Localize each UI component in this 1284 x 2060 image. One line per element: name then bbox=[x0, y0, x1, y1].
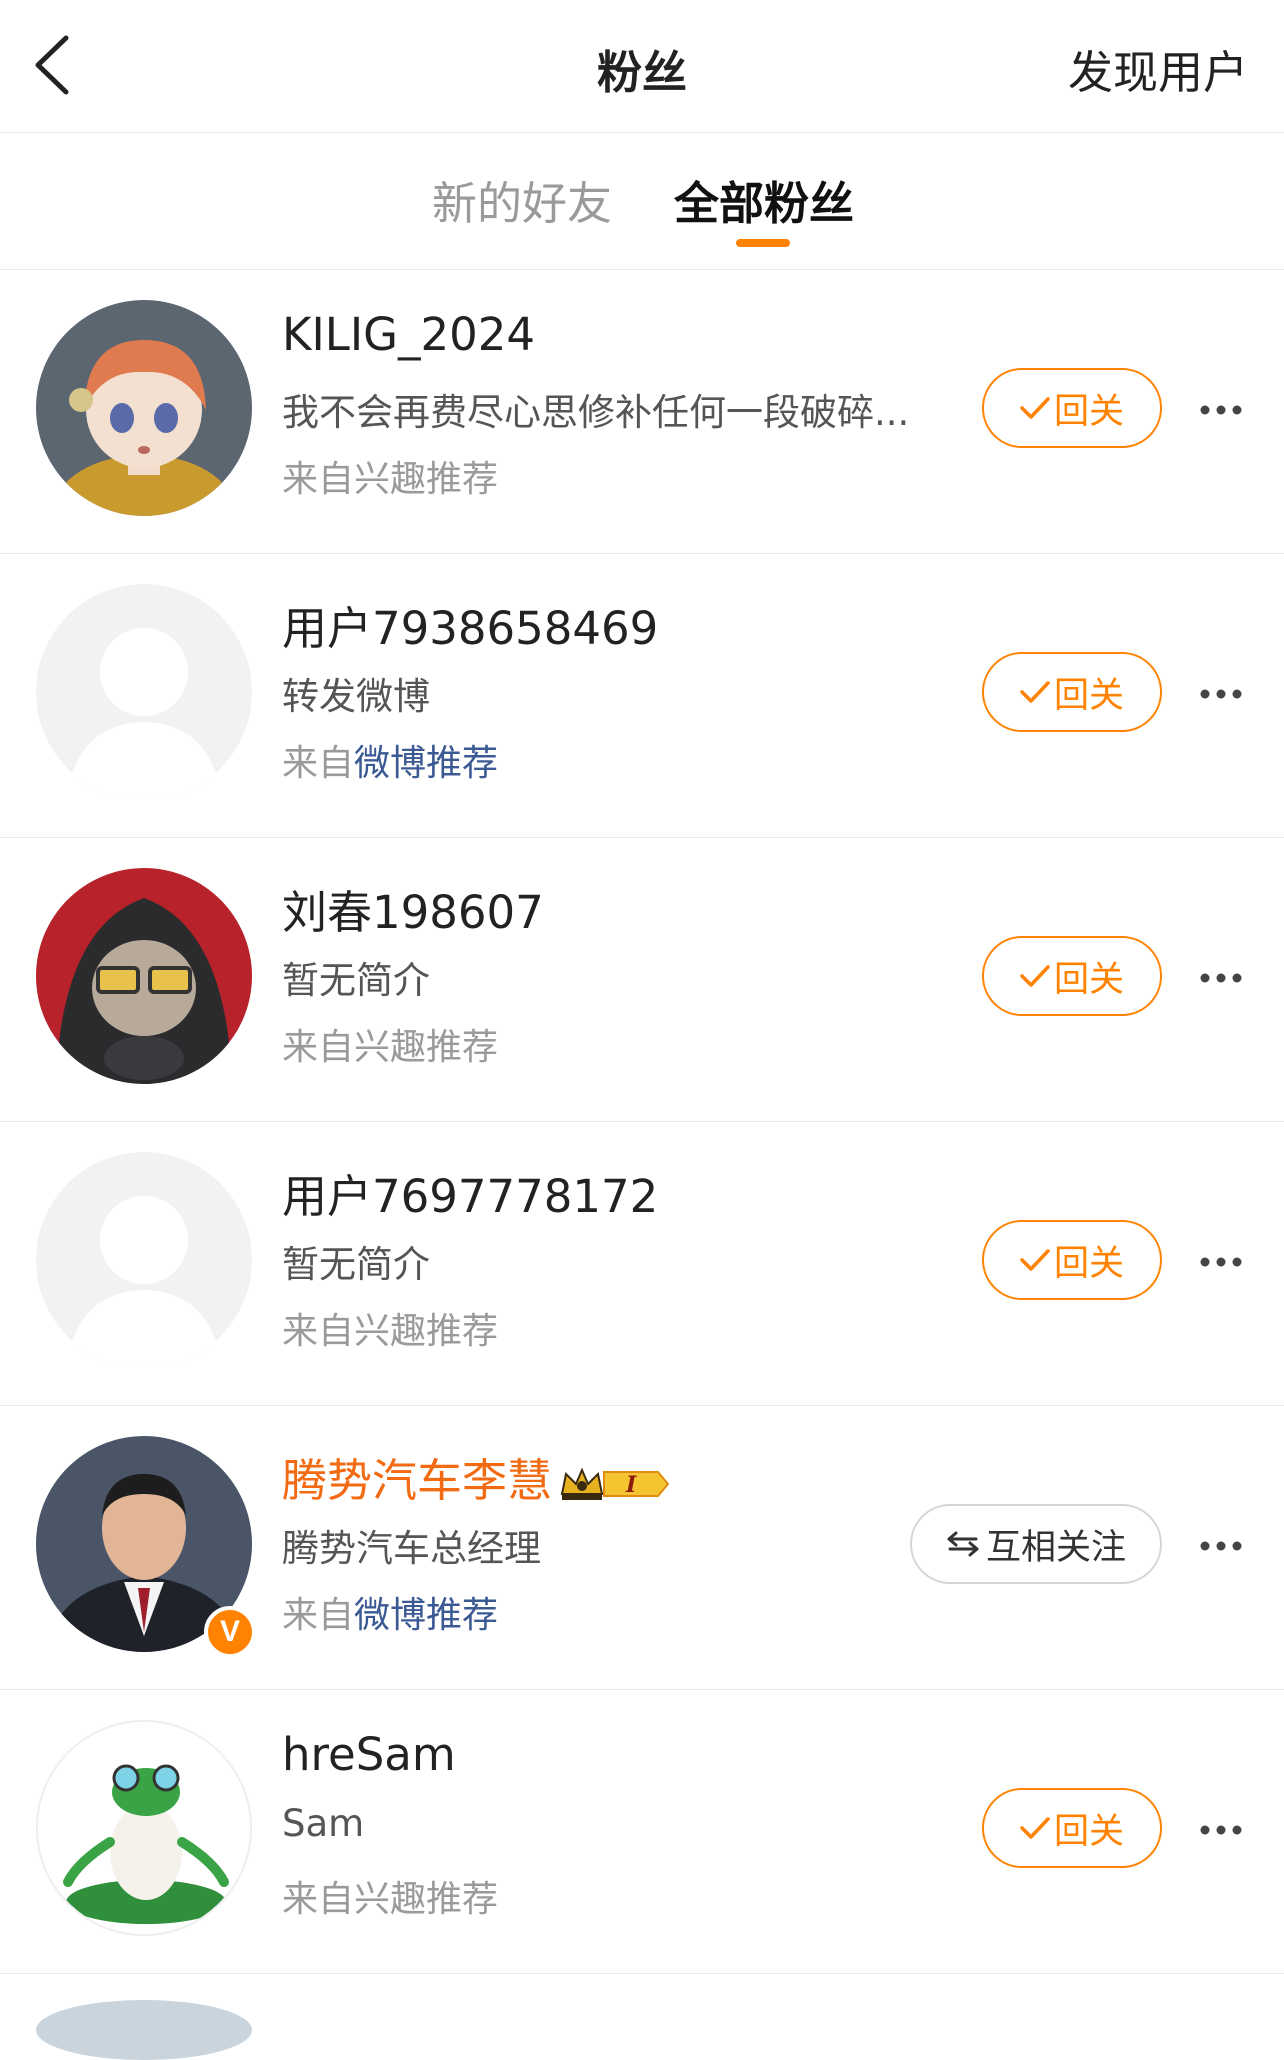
follow-back-button[interactable]: 回关 bbox=[982, 1220, 1162, 1300]
avatar[interactable] bbox=[36, 584, 252, 800]
avatar[interactable] bbox=[36, 868, 252, 1084]
check-icon bbox=[1020, 1817, 1050, 1839]
default-avatar-icon bbox=[36, 584, 252, 800]
tab-new-friends[interactable]: 新的好友 bbox=[432, 167, 612, 232]
fan-row[interactable]: 用户7938658469 转发微博 来自微博推荐 回关 bbox=[0, 554, 1284, 838]
source-link[interactable]: 微博推荐 bbox=[354, 1595, 498, 1636]
meditating-frog-avatar-icon bbox=[38, 1722, 250, 1934]
tab-bar: 新的好友 全部粉丝 bbox=[0, 133, 1284, 270]
fan-row[interactable]: 刘春198607 暂无简介 来自兴趣推荐 回关 bbox=[0, 838, 1284, 1122]
check-icon bbox=[1020, 1249, 1050, 1271]
fan-row[interactable]: 用户7697778172 暂无简介 来自兴趣推荐 回关 bbox=[0, 1122, 1284, 1406]
svg-text:I: I bbox=[625, 1472, 637, 1498]
fan-source: 来自微博推荐 bbox=[282, 1595, 499, 1636]
more-options-button[interactable] bbox=[1198, 1242, 1244, 1282]
fan-name[interactable]: hreSam bbox=[282, 1728, 456, 1781]
fan-row[interactable]: KILIG_2024 我不会再费尽心思修补任何一段破碎... 来自兴趣推荐 回关 bbox=[0, 270, 1284, 554]
avatar[interactable] bbox=[36, 300, 252, 516]
fan-source: 来自微博推荐 bbox=[282, 743, 499, 784]
follow-back-button[interactable]: 回关 bbox=[982, 368, 1162, 448]
avatar[interactable] bbox=[36, 1152, 252, 1368]
fan-name[interactable]: KILIG_2024 bbox=[282, 308, 535, 361]
fan-name[interactable]: 用户7697778172 bbox=[282, 1160, 658, 1225]
fan-bio: 我不会再费尽心思修补任何一段破碎... bbox=[282, 391, 910, 434]
verified-badge-icon: V bbox=[204, 1606, 256, 1658]
more-dots-icon bbox=[1200, 1257, 1242, 1267]
next-avatar-partial bbox=[36, 2000, 252, 2060]
fan-source: 来自兴趣推荐 bbox=[282, 1027, 499, 1068]
more-dots-icon bbox=[1200, 1541, 1242, 1551]
discover-users-button[interactable]: 发现用户 bbox=[1068, 36, 1248, 101]
more-options-button[interactable] bbox=[1198, 1810, 1244, 1850]
fan-row[interactable]: V 腾势汽车李慧 I 腾势汽车总经理 来自微博推荐 互相关注 bbox=[0, 1406, 1284, 1690]
fan-bio: 腾势汽车总经理 bbox=[282, 1527, 541, 1570]
top-navigation-bar: 粉丝 发现用户 bbox=[0, 0, 1284, 133]
more-options-button[interactable] bbox=[1198, 674, 1244, 714]
fan-bio: 暂无简介 bbox=[282, 959, 430, 1002]
active-tab-indicator bbox=[736, 239, 790, 247]
fan-row[interactable]: hreSam Sam 来自兴趣推荐 回关 bbox=[0, 1690, 1284, 1974]
check-icon bbox=[1020, 965, 1050, 987]
fan-source: 来自兴趣推荐 bbox=[282, 1311, 499, 1352]
follow-back-button[interactable]: 回关 bbox=[982, 936, 1162, 1016]
follow-back-button[interactable]: 回关 bbox=[982, 652, 1162, 732]
anime-girl-avatar-icon bbox=[36, 300, 252, 516]
tab-all-fans[interactable]: 全部粉丝 bbox=[674, 167, 854, 232]
source-link[interactable]: 微博推荐 bbox=[354, 743, 498, 784]
fan-name[interactable]: 用户7938658469 bbox=[282, 592, 658, 657]
default-avatar-icon bbox=[36, 1152, 252, 1368]
fan-name[interactable]: 刘春198607 bbox=[282, 876, 544, 941]
fan-bio: Sam bbox=[282, 1802, 365, 1845]
more-dots-icon bbox=[1200, 1825, 1242, 1835]
more-dots-icon bbox=[1200, 689, 1242, 699]
fan-source: 来自兴趣推荐 bbox=[282, 459, 499, 500]
more-options-button[interactable] bbox=[1198, 958, 1244, 998]
more-options-button[interactable] bbox=[1198, 1526, 1244, 1566]
more-dots-icon bbox=[1200, 405, 1242, 415]
crown-level-badge-icon: I bbox=[560, 1467, 670, 1500]
fan-list: KILIG_2024 我不会再费尽心思修补任何一段破碎... 来自兴趣推荐 回关… bbox=[0, 270, 1284, 1974]
mutual-arrows-icon bbox=[947, 1531, 979, 1557]
hooded-cat-avatar-icon bbox=[36, 868, 252, 1084]
follow-back-button[interactable]: 回关 bbox=[982, 1788, 1162, 1868]
check-icon bbox=[1020, 681, 1050, 703]
fan-bio: 暂无简介 bbox=[282, 1243, 430, 1286]
check-icon bbox=[1020, 397, 1050, 419]
fan-source: 来自兴趣推荐 bbox=[282, 1879, 499, 1920]
avatar[interactable] bbox=[36, 1720, 252, 1936]
more-options-button[interactable] bbox=[1198, 390, 1244, 430]
mutual-follow-button[interactable]: 互相关注 bbox=[910, 1504, 1162, 1584]
more-dots-icon bbox=[1200, 973, 1242, 983]
fan-name[interactable]: 腾势汽车李慧 I bbox=[282, 1444, 670, 1509]
fan-bio: 转发微博 bbox=[282, 675, 430, 718]
